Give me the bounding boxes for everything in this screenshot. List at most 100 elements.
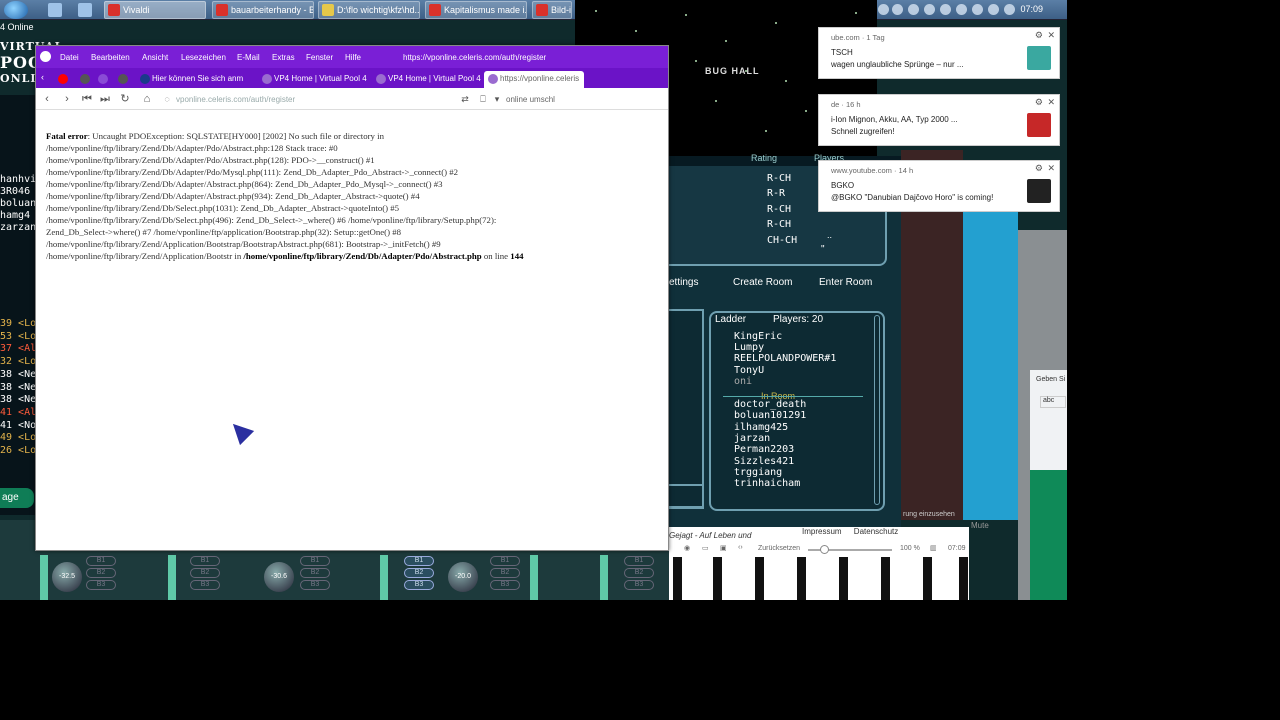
tray-icon[interactable] xyxy=(878,4,889,15)
fader[interactable] xyxy=(380,555,388,600)
room-player[interactable]: Sizzles421 xyxy=(734,456,794,467)
image-icon[interactable]: ▣ xyxy=(720,544,727,552)
notification-toast[interactable]: www.youtube.com · 14 h BGKO @BGKO "Danubia… xyxy=(818,160,1060,212)
menu-item[interactable]: E-Mail xyxy=(237,53,260,62)
piano-black-key[interactable] xyxy=(959,557,968,600)
gear-icon[interactable]: ⚙ xyxy=(1035,97,1043,108)
settings-button[interactable]: ettings xyxy=(669,277,698,288)
panel-icon[interactable]: ▥ xyxy=(930,544,937,552)
bus-toggle[interactable]: B2 xyxy=(624,568,654,578)
ladder-player[interactable]: TonyU xyxy=(734,365,764,376)
browser-tab[interactable] xyxy=(114,71,134,88)
piano-keys[interactable] xyxy=(669,557,969,600)
bus-toggle[interactable]: B1 xyxy=(300,556,330,566)
menu-item[interactable]: Ansicht xyxy=(142,53,168,62)
bus-toggle[interactable]: B2 xyxy=(190,568,220,578)
player-name[interactable]: hanhvi xyxy=(0,174,36,185)
enter-room-button[interactable]: Enter Room xyxy=(819,277,872,288)
bus-toggle[interactable]: B1 xyxy=(86,556,116,566)
create-room-button[interactable]: Create Room xyxy=(733,277,792,288)
room-player[interactable]: boluan101291 xyxy=(734,410,806,421)
piano-black-key[interactable] xyxy=(881,557,890,600)
tray-icon[interactable] xyxy=(972,4,983,15)
room-player[interactable]: trggiang xyxy=(734,467,782,478)
forward-icon[interactable]: › xyxy=(60,92,74,106)
room-rating[interactable]: R-CH xyxy=(767,204,791,215)
menu-item[interactable]: Hilfe xyxy=(345,53,361,62)
fast-forward-icon[interactable]: ⏭ xyxy=(98,92,112,106)
bus-toggle[interactable]: B2 xyxy=(86,568,116,578)
bus-toggle[interactable]: B2 xyxy=(490,568,520,578)
piano-black-key[interactable] xyxy=(839,557,848,600)
volume-knob[interactable]: -30.6 xyxy=(264,562,294,592)
fader[interactable] xyxy=(530,555,538,600)
tray-icon[interactable] xyxy=(956,4,967,15)
piano-black-key[interactable] xyxy=(713,557,722,600)
bus-toggle[interactable]: B1 xyxy=(624,556,654,566)
bus-toggle[interactable]: B2 xyxy=(404,568,434,578)
search-field[interactable] xyxy=(506,91,576,107)
bus-toggle[interactable]: B1 xyxy=(404,556,434,566)
bus-toggle[interactable]: B3 xyxy=(190,580,220,590)
ladder-player[interactable]: Lumpy xyxy=(734,342,764,353)
taskbar-item[interactable]: bauarbeiterhandy - B... xyxy=(212,1,314,19)
ladder-scrollbar[interactable] xyxy=(874,315,880,505)
browser-tab[interactable] xyxy=(76,71,94,88)
taskbar-item[interactable]: Kapitalismus made i... xyxy=(425,1,527,19)
left-game-button[interactable]: age xyxy=(0,488,34,508)
menu-item[interactable]: Fenster xyxy=(306,53,333,62)
browser-tab[interactable]: https://vponline.celeris xyxy=(484,71,584,88)
volume-knob[interactable]: -32.5 xyxy=(52,562,82,592)
gear-icon[interactable]: ⚙ xyxy=(1035,30,1043,41)
menu-item[interactable]: Extras xyxy=(272,53,295,62)
side-panel-badge[interactable]: abc xyxy=(1040,396,1066,408)
zoom-slider-thumb[interactable] xyxy=(820,545,829,554)
fader[interactable] xyxy=(600,555,608,600)
piano-black-key[interactable] xyxy=(923,557,932,600)
tray-icon[interactable] xyxy=(988,4,999,15)
browser-tab[interactable]: VP4 Home | Virtual Pool 4 xyxy=(372,71,482,88)
vivaldi-logo-icon[interactable] xyxy=(40,51,51,62)
code-icon[interactable]: ‹› xyxy=(738,544,743,551)
ladder-player[interactable]: oni xyxy=(734,376,752,387)
gear-icon[interactable]: ⚙ xyxy=(1035,163,1043,174)
back-icon[interactable]: ‹ xyxy=(40,92,54,106)
datenschutz-link[interactable]: Datenschutz xyxy=(854,527,898,536)
tray-icon[interactable] xyxy=(924,4,935,15)
room-player[interactable]: jarzan xyxy=(734,433,770,444)
piano-black-key[interactable] xyxy=(673,557,682,600)
notification-toast[interactable]: ube.com · 1 Tag TSCH wagen unglaubliche Sp… xyxy=(818,27,1060,79)
home-icon[interactable]: ⌂ xyxy=(140,92,154,106)
ladder-player[interactable]: KingEric xyxy=(734,331,782,342)
show-desktop-icon[interactable] xyxy=(48,3,62,17)
bus-toggle[interactable]: B3 xyxy=(300,580,330,590)
translate-icon[interactable]: ⇄ xyxy=(458,92,472,106)
browser-tab[interactable] xyxy=(54,71,74,88)
bus-toggle[interactable]: B1 xyxy=(490,556,520,566)
volume-knob[interactable]: -20.0 xyxy=(448,562,478,592)
window-icon[interactable]: ▭ xyxy=(702,544,709,552)
close-icon[interactable]: ✕ xyxy=(1047,97,1055,108)
impressum-link[interactable]: Impressum xyxy=(802,527,842,536)
clock[interactable]: 07:09 xyxy=(1020,4,1043,14)
fader[interactable] xyxy=(168,555,176,600)
rewind-icon[interactable]: ⏮ xyxy=(80,92,94,106)
reset-zoom-button[interactable]: Zurücksetzen xyxy=(758,545,800,552)
taskbar-item[interactable]: Bild-in xyxy=(532,1,572,19)
tray-icon[interactable] xyxy=(908,4,919,15)
reload-icon[interactable]: ↻ xyxy=(118,92,132,106)
menu-item[interactable]: Bearbeiten xyxy=(91,53,130,62)
taskbar-item[interactable]: Vivaldi xyxy=(104,1,206,19)
quicklaunch-icon[interactable] xyxy=(78,3,92,17)
room-rating[interactable]: CH-CH xyxy=(767,235,797,246)
chevron-down-icon[interactable]: ▾ xyxy=(490,92,504,106)
room-rating[interactable]: R-CH xyxy=(767,173,791,184)
shield-icon[interactable]: ◌ xyxy=(160,92,174,106)
tray-icon[interactable] xyxy=(940,4,951,15)
browser-tab[interactable]: Hier können Sie sich anm xyxy=(136,71,254,88)
close-icon[interactable]: ✕ xyxy=(1047,30,1055,41)
bus-toggle[interactable]: B3 xyxy=(490,580,520,590)
room-player[interactable]: ilhamg425 xyxy=(734,422,788,433)
menu-item[interactable]: Datei xyxy=(60,53,79,62)
panel-toggle-icon[interactable]: ‹ xyxy=(41,72,44,82)
